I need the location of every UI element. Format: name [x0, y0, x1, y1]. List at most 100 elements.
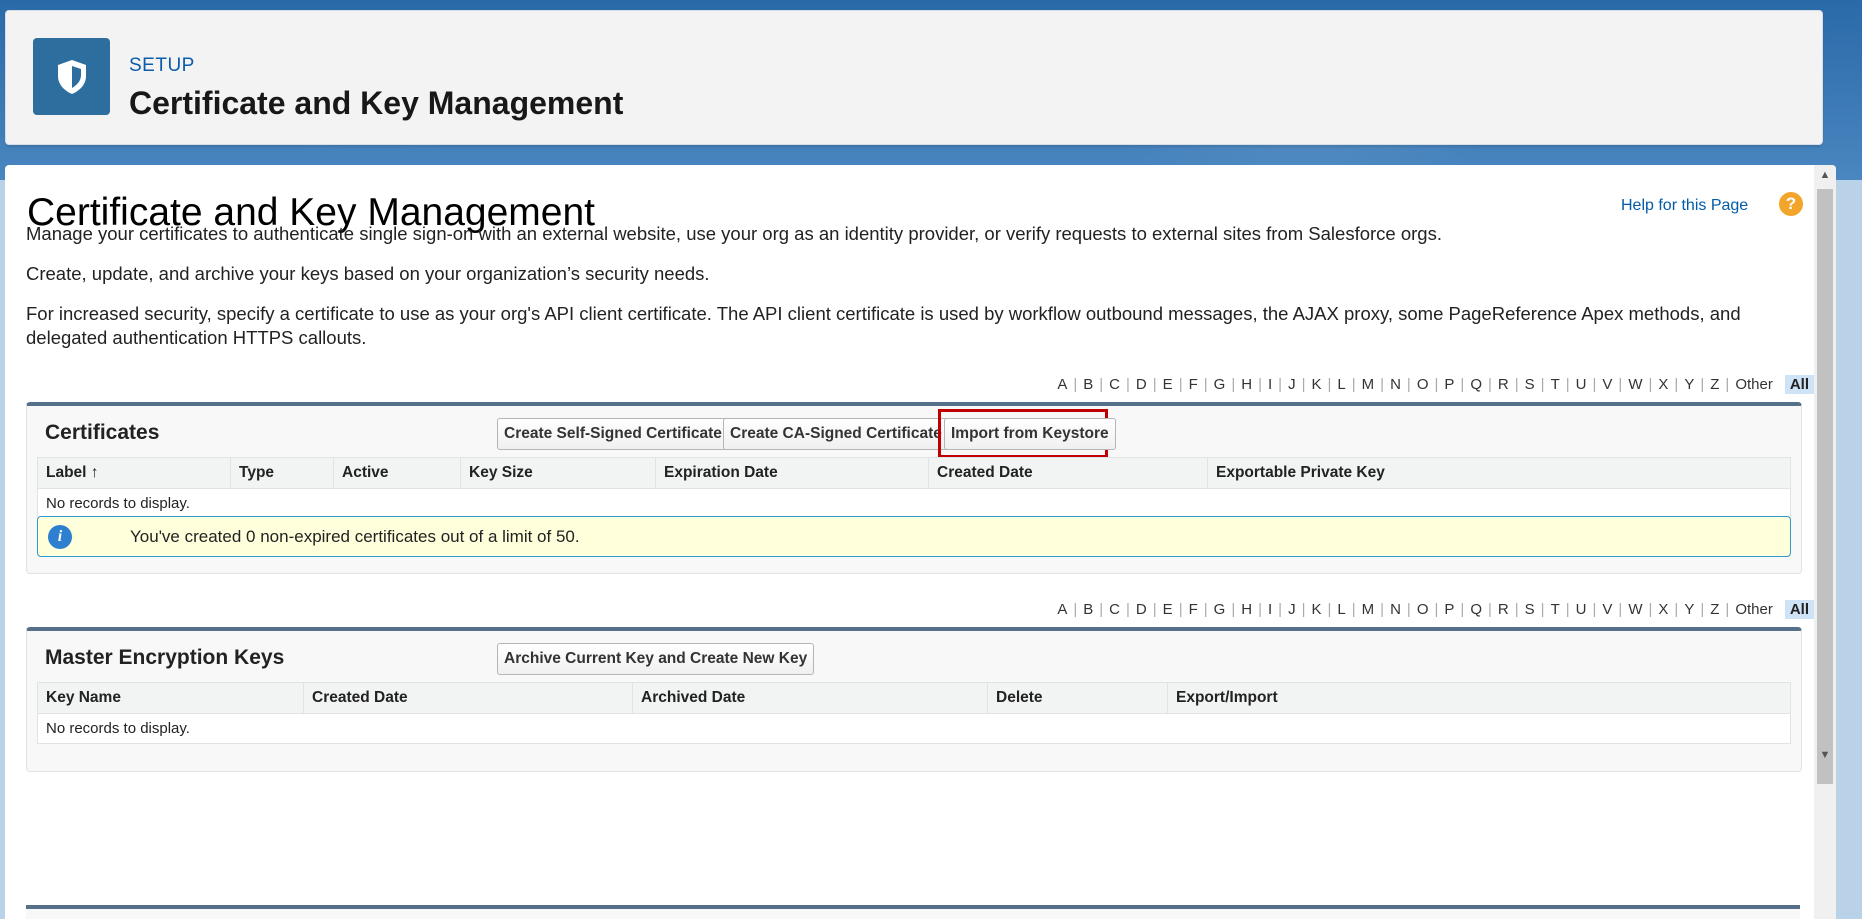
alpha-filter-g[interactable]: G — [1208, 601, 1232, 618]
column-header-label[interactable]: Label ↑ — [37, 457, 231, 489]
column-header-key-name[interactable]: Key Name — [37, 682, 304, 714]
info-message: You've created 0 non-expired certificate… — [130, 527, 580, 546]
alpha-filter-s[interactable]: S — [1519, 601, 1541, 618]
alpha-filter-all[interactable]: All — [1784, 375, 1814, 394]
column-header-active[interactable]: Active — [333, 457, 461, 489]
setup-app-icon — [33, 38, 110, 115]
main-content: Certificate and Key Management Help for … — [5, 165, 1836, 919]
help-link[interactable]: Help for this Page — [1621, 197, 1748, 215]
alpha-filter-v[interactable]: V — [1596, 376, 1618, 393]
question-icon[interactable]: ? — [1779, 192, 1803, 216]
alpha-filter-i[interactable]: I — [1262, 376, 1278, 393]
alpha-filter-u[interactable]: U — [1570, 601, 1593, 618]
alpha-filter-z[interactable]: Z — [1704, 601, 1725, 618]
alpha-filter-b[interactable]: B — [1077, 601, 1099, 618]
alpha-filter-w[interactable]: W — [1622, 601, 1648, 618]
alpha-filter-all[interactable]: All — [1784, 600, 1814, 619]
vertical-scrollbar[interactable]: ▲ ▼ — [1814, 165, 1836, 919]
column-header-archived-date[interactable]: Archived Date — [632, 682, 988, 714]
alpha-filter-m[interactable]: M — [1356, 376, 1381, 393]
master-keys-title: Master Encryption Keys — [45, 646, 285, 669]
alpha-filter-j[interactable]: J — [1282, 601, 1302, 618]
master-keys-table: Key Name Created Date Archived Date Dele… — [37, 682, 1791, 744]
column-header-export-import[interactable]: Export/Import — [1167, 682, 1791, 714]
scroll-down-icon[interactable]: ▼ — [1814, 749, 1836, 761]
alpha-filter-f[interactable]: F — [1183, 601, 1204, 618]
alpha-filter-m[interactable]: M — [1356, 601, 1381, 618]
alpha-filter-d[interactable]: D — [1130, 376, 1153, 393]
scroll-up-icon[interactable]: ▲ — [1814, 169, 1836, 181]
alpha-filter-b[interactable]: B — [1077, 376, 1099, 393]
certificates-table: Label ↑ Type Active Key Size Expiration … — [37, 457, 1791, 519]
alpha-filter-a[interactable]: A — [1051, 376, 1073, 393]
alpha-filter-h[interactable]: H — [1235, 376, 1258, 393]
table-header-row: Key Name Created Date Archived Date Dele… — [37, 682, 1791, 714]
alpha-filter-other[interactable]: Other — [1729, 601, 1779, 618]
archive-create-key-button[interactable]: Archive Current Key and Create New Key — [497, 643, 815, 675]
alpha-filter-k[interactable]: K — [1305, 601, 1327, 618]
alpha-filter-p[interactable]: P — [1438, 601, 1460, 618]
alpha-filter-t[interactable]: T — [1545, 376, 1566, 393]
header-title: Certificate and Key Management — [129, 85, 624, 121]
column-header-expiration-date[interactable]: Expiration Date — [655, 457, 929, 489]
description-api-client: For increased security, specify a certif… — [26, 303, 1741, 348]
alpha-filter-y[interactable]: Y — [1678, 376, 1700, 393]
alpha-filter-y[interactable]: Y — [1678, 601, 1700, 618]
shield-icon — [57, 59, 86, 94]
alpha-filter-e[interactable]: E — [1157, 601, 1179, 618]
alpha-filter-d[interactable]: D — [1130, 601, 1153, 618]
alpha-filter-z[interactable]: Z — [1704, 376, 1725, 393]
column-header-created-date[interactable]: Created Date — [303, 682, 633, 714]
table-row: No records to display. — [37, 713, 1791, 744]
alpha-filter-t[interactable]: T — [1545, 601, 1566, 618]
alpha-filter-i[interactable]: I — [1262, 601, 1278, 618]
alpha-filter-q[interactable]: Q — [1464, 376, 1488, 393]
alphabet-filter-keys: A | B | C | D | E | F | G | H | I | J | K | L | M | N | O | P | Q | R | S | T |… — [1051, 600, 1814, 619]
alpha-filter-p[interactable]: P — [1438, 376, 1460, 393]
certificates-section: Certificates Create Self-Signed Certific… — [26, 402, 1802, 574]
alpha-filter-w[interactable]: W — [1622, 376, 1648, 393]
alpha-filter-x[interactable]: X — [1652, 376, 1674, 393]
alpha-filter-n[interactable]: N — [1384, 376, 1407, 393]
alpha-filter-e[interactable]: E — [1157, 376, 1179, 393]
column-header-type[interactable]: Type — [230, 457, 334, 489]
master-encryption-keys-section: Master Encryption Keys Archive Current K… — [26, 627, 1802, 772]
alpha-filter-r[interactable]: R — [1492, 601, 1515, 618]
column-header-created-date[interactable]: Created Date — [928, 457, 1208, 489]
scrollbar-thumb[interactable] — [1817, 189, 1833, 784]
alpha-filter-v[interactable]: V — [1596, 601, 1618, 618]
table-header-row: Label ↑ Type Active Key Size Expiration … — [37, 457, 1791, 489]
alpha-filter-x[interactable]: X — [1652, 601, 1674, 618]
alpha-filter-g[interactable]: G — [1208, 376, 1232, 393]
import-from-keystore-button[interactable]: Import from Keystore — [944, 418, 1116, 450]
description-certificates: Manage your certificates to authenticate… — [26, 223, 1442, 244]
alpha-filter-other[interactable]: Other — [1729, 376, 1779, 393]
table-row: No records to display. — [37, 488, 1791, 519]
create-self-signed-certificate-button[interactable]: Create Self-Signed Certificate — [497, 418, 729, 450]
alpha-filter-l[interactable]: L — [1331, 376, 1351, 393]
create-ca-signed-certificate-button[interactable]: Create CA-Signed Certificate — [723, 418, 949, 450]
alpha-filter-k[interactable]: K — [1305, 376, 1327, 393]
certificates-title: Certificates — [45, 421, 160, 444]
empty-message: No records to display. — [37, 713, 1791, 744]
alpha-filter-u[interactable]: U — [1570, 376, 1593, 393]
alpha-filter-n[interactable]: N — [1384, 601, 1407, 618]
alpha-filter-r[interactable]: R — [1492, 376, 1515, 393]
setup-header: SETUP Certificate and Key Management — [5, 10, 1823, 145]
description-keys: Create, update, and archive your keys ba… — [26, 263, 710, 284]
alpha-filter-j[interactable]: J — [1282, 376, 1302, 393]
column-header-exportable-private-key[interactable]: Exportable Private Key — [1207, 457, 1791, 489]
alpha-filter-o[interactable]: O — [1411, 601, 1435, 618]
alpha-filter-c[interactable]: C — [1103, 601, 1126, 618]
column-header-delete[interactable]: Delete — [987, 682, 1168, 714]
alpha-filter-l[interactable]: L — [1331, 601, 1351, 618]
empty-message: No records to display. — [37, 488, 1791, 519]
alpha-filter-o[interactable]: O — [1411, 376, 1435, 393]
column-header-key-size[interactable]: Key Size — [460, 457, 656, 489]
alpha-filter-f[interactable]: F — [1183, 376, 1204, 393]
alpha-filter-h[interactable]: H — [1235, 601, 1258, 618]
alpha-filter-a[interactable]: A — [1051, 601, 1073, 618]
alpha-filter-s[interactable]: S — [1519, 376, 1541, 393]
alpha-filter-q[interactable]: Q — [1464, 601, 1488, 618]
alpha-filter-c[interactable]: C — [1103, 376, 1126, 393]
